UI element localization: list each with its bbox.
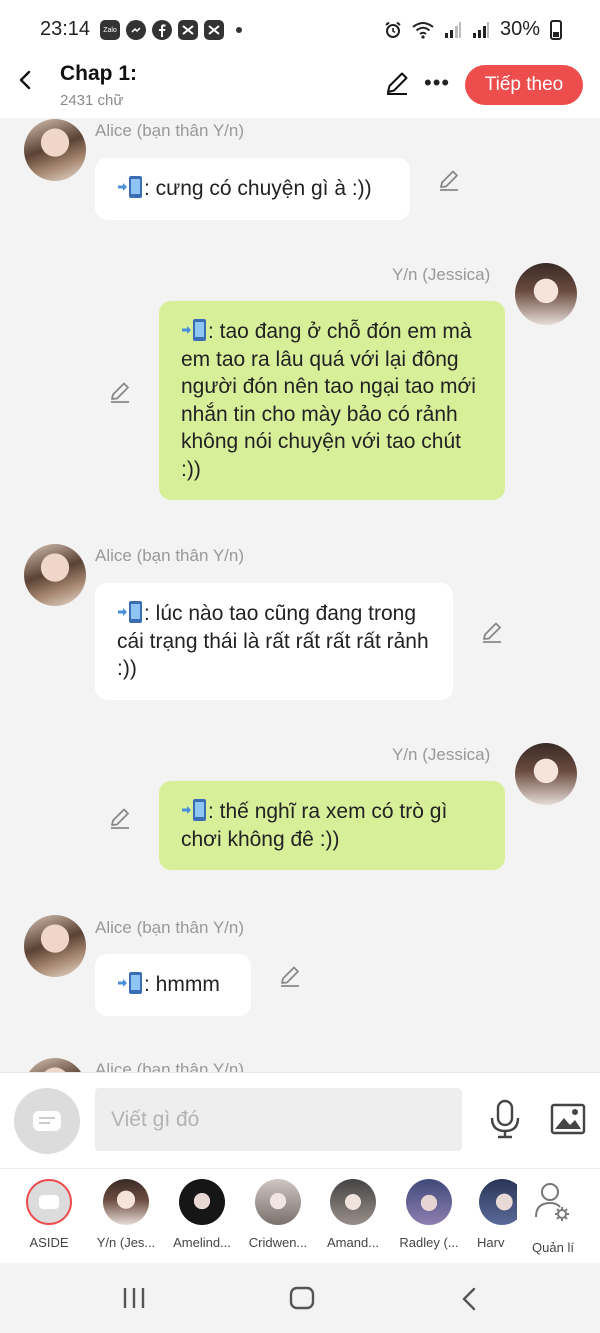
avatar-yn[interactable] [515,263,577,325]
avatar-yn[interactable] [515,743,577,805]
character-label: Cridwen... [248,1235,308,1250]
sender-name: Y/n (Jessica) [392,265,491,284]
microphone-icon[interactable] [488,1099,522,1139]
message-text: : tao đang ở chỗ đón em mà em tao ra lâu… [181,320,476,481]
character-label: Quản lí [532,1240,574,1255]
user-settings-icon [535,1183,569,1221]
message-bubble[interactable]: : cưng có chuyện gì à :)) [95,158,410,220]
wifi-icon [412,21,434,39]
avatar-alice[interactable] [24,915,86,977]
battery-percent: 30% [499,18,540,40]
battery-icon [550,19,562,40]
character-label: Amand... [326,1235,380,1250]
character-cridwen[interactable]: Cridwen... [240,1179,316,1250]
back-nav-icon[interactable] [460,1287,478,1311]
character-avatar [179,1179,225,1225]
character-label: ASIDE [29,1235,69,1250]
message-text: : thế nghĩ ra xem có trò gì chơi không đ… [181,800,448,851]
character-avatar [103,1179,149,1225]
edit-message-icon[interactable] [108,380,132,404]
message-bubble[interactable]: : hmmm [95,954,251,1016]
system-icons: 30% [384,18,562,41]
chapter-header: Chap 1: 2431 chữ ••• Tiếp theo [0,60,600,118]
character-amelinda[interactable]: Amelind... [164,1179,240,1250]
character-avatar [255,1179,301,1225]
character-aside[interactable]: ASIDE [11,1179,87,1250]
chapter-title: Chap 1: [60,62,138,85]
character-avatar [406,1179,452,1225]
recent-apps-icon[interactable] [122,1287,146,1309]
notification-icons: Zalo [100,20,242,40]
phone-message-icon [118,972,142,994]
word-count: 2431 chữ [60,92,124,109]
sender-name: Alice (bạn thân Y/n) [95,121,244,140]
character-label: Y/n (Jes... [96,1235,156,1250]
home-icon[interactable] [289,1286,315,1310]
message-bubble[interactable]: : thế nghĩ ra xem có trò gì chơi không đ… [159,781,505,870]
character-label: Harv [477,1235,505,1250]
capcut-icon [204,20,224,40]
edit-message-icon[interactable] [108,806,132,830]
aside-toggle-button[interactable] [14,1088,80,1154]
sender-name: Alice (bạn thân Y/n) [95,1060,244,1072]
clock: 23:14 [40,18,91,40]
message-text: : hmmm [144,973,220,996]
edit-pencil-icon[interactable] [384,70,410,96]
character-yn[interactable]: Y/n (Jes... [88,1179,164,1250]
next-chapter-button[interactable]: Tiếp theo [465,65,583,105]
capcut-icon [178,20,198,40]
phone-message-icon [182,319,206,341]
phone-message-icon [118,601,142,623]
more-notifications-dot [236,27,242,33]
edit-message-icon[interactable] [480,620,504,644]
avatar-alice[interactable] [24,544,86,606]
character-harv[interactable]: Harv [467,1179,517,1250]
edit-message-icon[interactable] [437,168,461,192]
avatar-alice[interactable] [24,1058,86,1072]
back-arrow-icon[interactable] [16,70,36,90]
sender-name: Alice (bạn thân Y/n) [95,546,244,565]
message-text: : lúc nào tao cũng đang trong cái trạng … [117,602,429,680]
character-avatar [479,1179,517,1225]
message-input[interactable] [95,1088,462,1151]
system-nav-bar [0,1263,600,1333]
message-bubble[interactable]: : tao đang ở chỗ đón em mà em tao ra lâu… [159,301,505,500]
aside-icon [26,1179,72,1225]
phone-message-icon [118,176,142,198]
facebook-icon [152,20,172,40]
messenger-icon [126,20,146,40]
zalo-icon: Zalo [100,20,120,40]
message-text: : cưng có chuyện gì à :)) [144,177,372,200]
more-options-icon[interactable]: ••• [424,70,450,96]
phone-message-icon [182,799,206,821]
chat-area[interactable]: Alice (bạn thân Y/n) : cưng có chuyện gì… [0,118,600,1072]
character-amanda[interactable]: Amand... [315,1179,391,1250]
character-bar: ASIDE Y/n (Jes... Amelind... Cridwen... … [0,1168,600,1263]
alarm-icon [385,21,401,38]
sender-name: Alice (bạn thân Y/n) [95,918,244,937]
status-bar: 23:14 Zalo 30% [0,0,600,60]
character-label: Radley (... [399,1235,459,1250]
aside-icon [33,1111,61,1131]
message-composer [0,1072,600,1168]
signal-icon [444,21,461,38]
message-bubble[interactable]: : lúc nào tao cũng đang trong cái trạng … [95,583,453,700]
signal-icon [472,21,489,38]
edit-message-icon[interactable] [278,964,302,988]
character-label: Amelind... [173,1235,231,1250]
avatar-alice[interactable] [24,119,86,181]
manage-characters-button[interactable]: Quản lí [515,1179,591,1255]
character-radley[interactable]: Radley (... [391,1179,467,1250]
character-avatar [330,1179,376,1225]
sender-name: Y/n (Jessica) [392,745,491,764]
image-icon[interactable] [550,1103,586,1135]
